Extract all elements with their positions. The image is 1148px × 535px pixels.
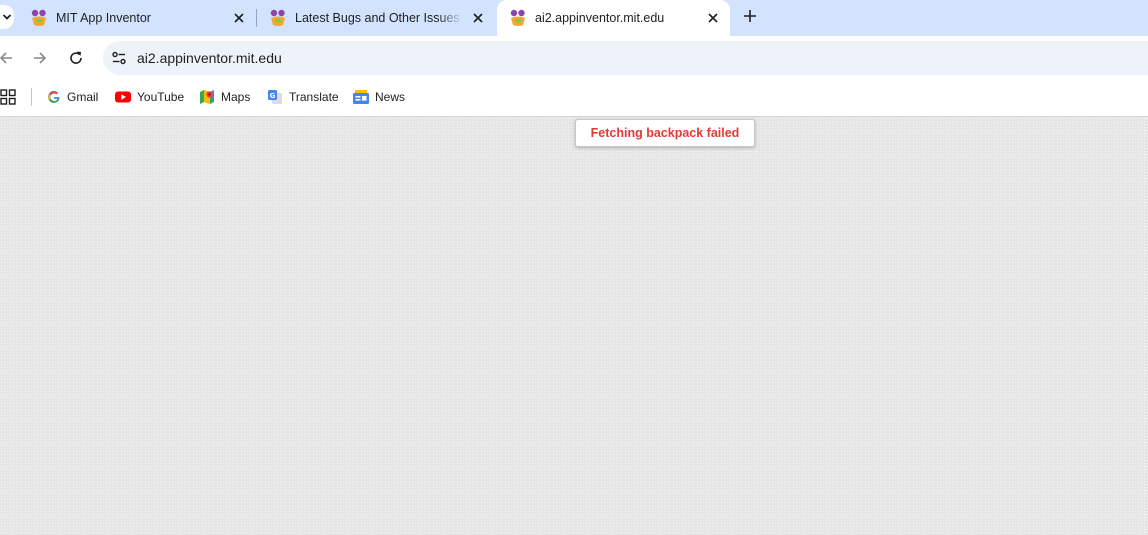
bookmark-label: Gmail — [67, 90, 99, 104]
bookmark-news[interactable]: News — [353, 87, 405, 107]
bookmark-maps[interactable]: Maps — [199, 87, 250, 107]
tab-strip: MIT App Inventor Latest Bugs and Other I… — [0, 0, 1148, 36]
app-inventor-icon — [31, 9, 46, 26]
close-icon — [708, 13, 718, 23]
bookmarks-bar: Gmail YouTube Maps G Translate News — [0, 80, 1148, 117]
close-icon — [473, 13, 483, 23]
translate-icon: G — [268, 90, 282, 104]
google-icon — [48, 91, 60, 103]
tab-latest-bugs[interactable]: Latest Bugs and Other Issues to — [257, 0, 495, 36]
bookmark-translate[interactable]: G Translate — [267, 87, 339, 107]
address-bar[interactable]: ai2.appinventor.mit.edu — [103, 41, 1148, 75]
arrow-left-icon — [0, 52, 12, 64]
svg-text:G: G — [270, 92, 276, 100]
toast-message: Fetching backpack failed — [590, 126, 740, 140]
news-icon — [353, 90, 369, 104]
tab-title: Latest Bugs and Other Issues to — [295, 11, 463, 25]
back-button[interactable] — [0, 46, 18, 70]
site-info-button[interactable] — [107, 46, 131, 70]
url-text: ai2.appinventor.mit.edu — [137, 50, 282, 66]
bookmark-youtube[interactable]: YouTube — [115, 87, 184, 107]
close-tab-button[interactable] — [230, 9, 248, 27]
page-content: Fetching backpack failed — [0, 117, 1148, 535]
bookmark-label: Translate — [289, 90, 339, 104]
bookmark-label: Maps — [221, 90, 251, 104]
tab-title: MIT App Inventor — [56, 11, 151, 25]
browser-toolbar: ai2.appinventor.mit.edu — [0, 36, 1148, 80]
close-tab-button[interactable] — [469, 9, 487, 27]
bookmark-gmail[interactable]: Gmail — [47, 87, 98, 107]
bookmarks-divider — [31, 88, 32, 106]
new-tab-button[interactable] — [738, 4, 762, 28]
close-icon — [234, 13, 244, 23]
arrow-right-icon — [34, 52, 47, 64]
reload-button[interactable] — [64, 46, 88, 70]
tab-ai2-appinventor[interactable]: ai2.appinventor.mit.edu — [497, 0, 730, 36]
tab-search-button[interactable] — [0, 5, 14, 29]
apps-grid-icon[interactable] — [0, 89, 16, 105]
bookmark-label: YouTube — [137, 90, 185, 104]
reload-icon — [70, 51, 82, 64]
error-toast: Fetching backpack failed — [575, 119, 755, 147]
bookmark-label: News — [375, 90, 406, 104]
youtube-icon — [115, 91, 131, 103]
forward-button[interactable] — [28, 46, 52, 70]
maps-icon — [200, 90, 214, 104]
chevron-down-icon — [2, 14, 12, 20]
close-tab-button[interactable] — [704, 9, 722, 27]
tune-icon — [112, 51, 126, 65]
tab-title: ai2.appinventor.mit.edu — [535, 11, 665, 25]
app-inventor-icon — [270, 9, 285, 26]
app-inventor-icon — [510, 9, 525, 26]
plus-icon — [744, 10, 756, 22]
tab-mit-app-inventor[interactable]: MIT App Inventor — [18, 0, 256, 36]
